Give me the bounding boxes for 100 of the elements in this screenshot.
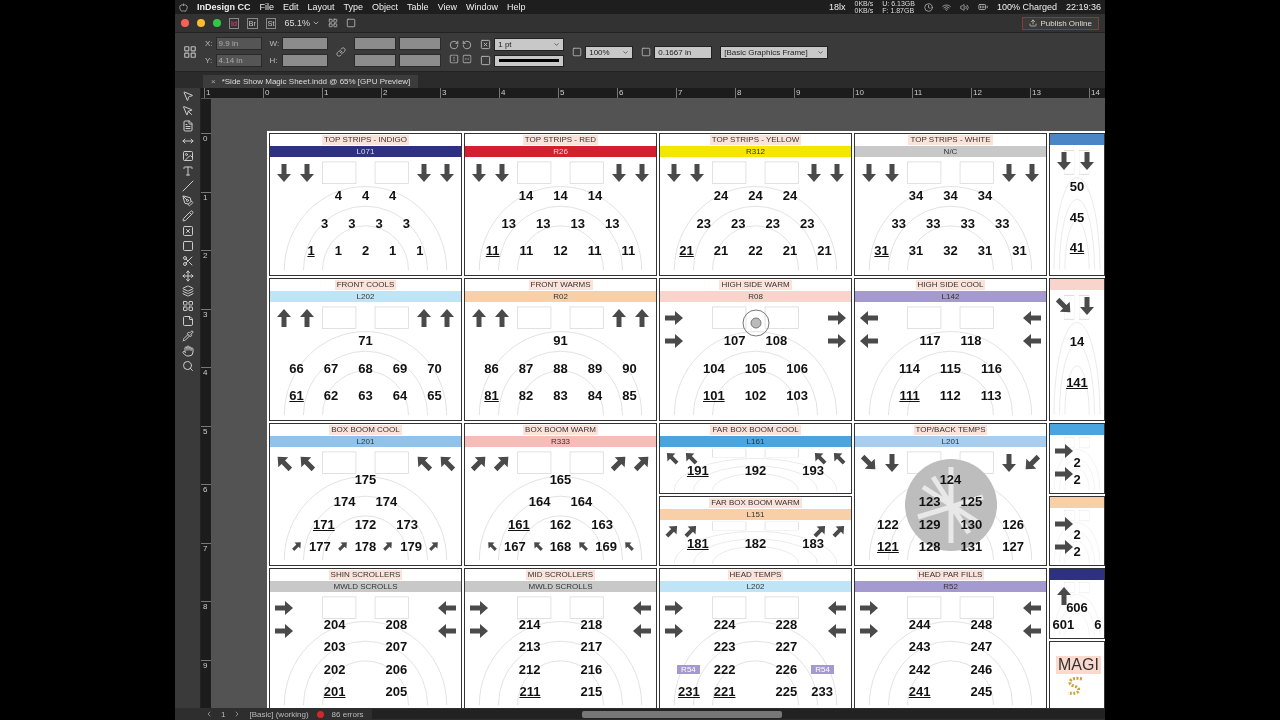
menu-item[interactable]: Edit xyxy=(283,2,299,12)
channel-number: 34 xyxy=(977,187,993,203)
arrow-icon xyxy=(437,598,457,618)
channel-number: 233 xyxy=(811,683,833,699)
stroke-type-dropdown[interactable] xyxy=(494,54,565,67)
arrow-icon xyxy=(297,308,317,328)
scale-y-field[interactable] xyxy=(354,54,397,67)
object-style-dropdown[interactable]: [Basic Graphics Frame] xyxy=(720,45,829,59)
offset-field[interactable]: 0.1667 in xyxy=(654,45,713,59)
menu-item[interactable]: Table xyxy=(407,2,429,12)
note-icon[interactable] xyxy=(181,315,194,327)
width-field[interactable] xyxy=(282,37,329,50)
eyedropper-icon[interactable] xyxy=(181,330,194,342)
menu-item[interactable]: Object xyxy=(372,2,399,12)
menu-item[interactable]: File xyxy=(259,2,275,12)
link-icon[interactable] xyxy=(336,47,347,57)
card-title: BOX BOOM WARM xyxy=(523,425,598,435)
gel-band: L151 xyxy=(660,508,851,520)
menu-item[interactable]: View xyxy=(437,2,457,12)
page-icon[interactable] xyxy=(181,120,194,132)
menu-item[interactable]: Window xyxy=(466,2,498,12)
horizontal-scrollbar[interactable] xyxy=(371,709,1105,719)
hand-icon[interactable] xyxy=(181,345,194,357)
battery-icon[interactable] xyxy=(977,2,988,12)
channel-number: 121 xyxy=(877,538,899,554)
gel-band: R312 xyxy=(660,146,851,157)
height-field[interactable] xyxy=(282,54,329,67)
channel-number: 216 xyxy=(580,661,603,677)
shear-field[interactable] xyxy=(399,54,442,67)
clock-icon[interactable] xyxy=(923,2,933,12)
page-number-field[interactable]: 1 xyxy=(221,709,226,719)
pointer-icon[interactable] xyxy=(181,90,194,102)
type-icon[interactable] xyxy=(181,165,194,177)
publish-online-button[interactable]: Publish Online xyxy=(1022,16,1099,30)
channel-number: 33 xyxy=(926,215,941,231)
pencil-icon[interactable] xyxy=(181,210,194,222)
flip-horizontal-icon[interactable] xyxy=(449,54,460,64)
grid-icon[interactable] xyxy=(181,300,194,312)
scissors-icon[interactable] xyxy=(181,255,194,267)
rotate-right-icon[interactable] xyxy=(449,40,460,50)
channel-number: 14 xyxy=(587,187,603,203)
zoom-icon[interactable] xyxy=(181,360,194,372)
opacity-dropdown[interactable]: 100% xyxy=(585,45,634,59)
tab-close-button[interactable]: × xyxy=(211,77,216,86)
ruler-number: 5 xyxy=(201,425,211,484)
gel-band: L161 xyxy=(660,436,851,447)
card-title: FAR BOX BOOM COOL xyxy=(710,425,801,435)
channel-number: 164 xyxy=(528,494,551,510)
ruler-number: 2 xyxy=(381,88,440,98)
card-title: TOP STRIPS - INDIGO xyxy=(322,135,409,145)
channel-number: 211 xyxy=(519,683,541,699)
stroke-weight-dropdown[interactable]: 1 pt xyxy=(494,37,565,51)
rectangle-icon[interactable] xyxy=(181,240,194,252)
pen-icon[interactable] xyxy=(181,195,194,207)
channel-number: 89 xyxy=(587,360,603,376)
arrow-icon xyxy=(827,621,847,641)
card-title: SHIN SCROLLERS xyxy=(328,570,403,580)
ruler-number: 4 xyxy=(499,88,558,98)
channel-number: 13 xyxy=(501,215,517,231)
channel-number: 34 xyxy=(943,187,958,203)
preflight-profile[interactable]: [Basic] (working) xyxy=(249,709,309,719)
menu-item[interactable]: Layout xyxy=(307,2,335,12)
arrow-icon xyxy=(469,621,489,641)
apple-icon[interactable] xyxy=(179,2,188,12)
first-page-icon[interactable] xyxy=(205,710,213,718)
channel-number: 214 xyxy=(518,617,541,633)
document-tab[interactable]: × *Side Show Magic Sheet.indd @ 65% [GPU Preview] xyxy=(203,75,419,88)
gel-band: L202 xyxy=(660,581,851,592)
arrow-pointer-icon[interactable] xyxy=(181,105,194,117)
stroke-swatch-icon[interactable] xyxy=(480,55,492,66)
scale-x-field[interactable] xyxy=(354,37,397,50)
error-count[interactable]: 86 errors xyxy=(331,709,364,719)
ruler-number: 8 xyxy=(201,601,211,660)
channel-number: 111 xyxy=(899,388,920,404)
minimize-button[interactable] xyxy=(197,19,205,27)
arrow-icon xyxy=(437,308,457,328)
scroll-thumb[interactable] xyxy=(581,710,782,718)
rotate-left-icon[interactable] xyxy=(462,40,473,50)
ruler-number: 4 xyxy=(201,367,211,426)
channel-number: 82 xyxy=(518,388,534,404)
close-button[interactable] xyxy=(181,19,189,27)
caret-icon xyxy=(622,48,630,56)
menu-item[interactable]: Type xyxy=(343,2,364,12)
wifi-icon[interactable] xyxy=(941,2,951,12)
zoom-button[interactable] xyxy=(213,19,221,27)
fill-swatch-icon[interactable] xyxy=(480,38,492,50)
channel-number: 167 xyxy=(503,538,526,554)
volume-icon[interactable] xyxy=(959,2,969,12)
image-icon[interactable] xyxy=(181,150,194,162)
channel-number: 124 xyxy=(939,472,962,488)
flip-vertical-icon[interactable] xyxy=(462,54,473,64)
channel-number: 244 xyxy=(908,617,931,633)
arrow-icon xyxy=(859,308,879,328)
line-icon[interactable] xyxy=(181,180,194,192)
rotation-field[interactable] xyxy=(399,37,442,50)
menu-item[interactable]: Help xyxy=(507,2,526,12)
app-menu[interactable]: InDesign CC xyxy=(197,2,251,12)
zoom-level-dropdown[interactable]: 65.1% xyxy=(284,18,320,28)
channel-number: 104 xyxy=(702,360,725,376)
card-title: HEAD TEMPS xyxy=(727,570,784,580)
